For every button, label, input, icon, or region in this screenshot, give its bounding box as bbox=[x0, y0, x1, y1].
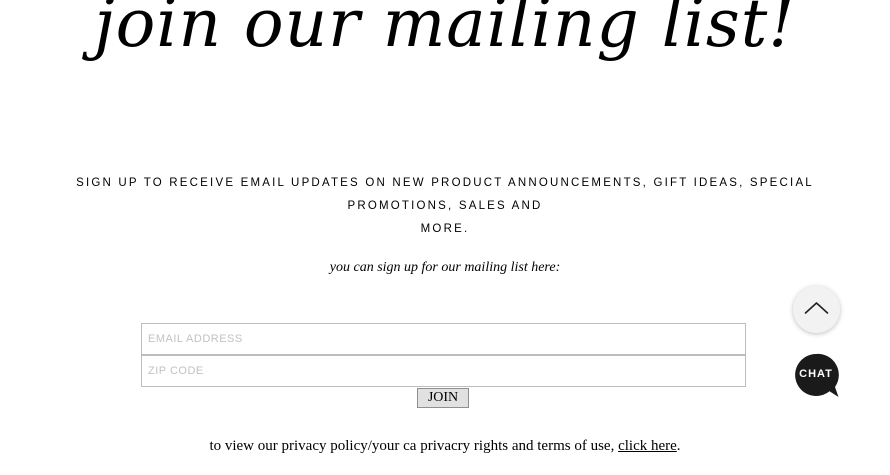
email-address-input[interactable] bbox=[141, 323, 746, 355]
chat-label: CHAT bbox=[799, 368, 833, 380]
chat-button[interactable]: CHAT bbox=[794, 353, 840, 399]
chevron-up-icon bbox=[804, 302, 829, 314]
signup-subheading: you can sign up for our mailing list her… bbox=[329, 260, 561, 275]
signup-description-line-2: MORE. bbox=[420, 223, 470, 235]
privacy-trailing-period: . bbox=[676, 438, 681, 454]
zip-code-input[interactable] bbox=[141, 355, 746, 387]
privacy-link[interactable]: click here bbox=[618, 438, 677, 454]
signup-description-line-1: SIGN UP TO RECEIVE EMAIL UPDATES ON NEW … bbox=[76, 177, 814, 212]
scroll-to-top-button[interactable] bbox=[793, 286, 840, 333]
mailing-list-page: join our mailing list! SIGN UP TO RECEIV… bbox=[0, 0, 890, 475]
privacy-text: to view our privacy policy/your ca priva… bbox=[209, 438, 619, 454]
privacy-notice: to view our privacy policy/your ca priva… bbox=[0, 436, 890, 456]
join-button[interactable]: JOIN bbox=[417, 388, 469, 408]
signup-description: SIGN UP TO RECEIVE EMAIL UPDATES ON NEW … bbox=[25, 172, 865, 241]
page-title: join our mailing list! bbox=[94, 0, 796, 62]
